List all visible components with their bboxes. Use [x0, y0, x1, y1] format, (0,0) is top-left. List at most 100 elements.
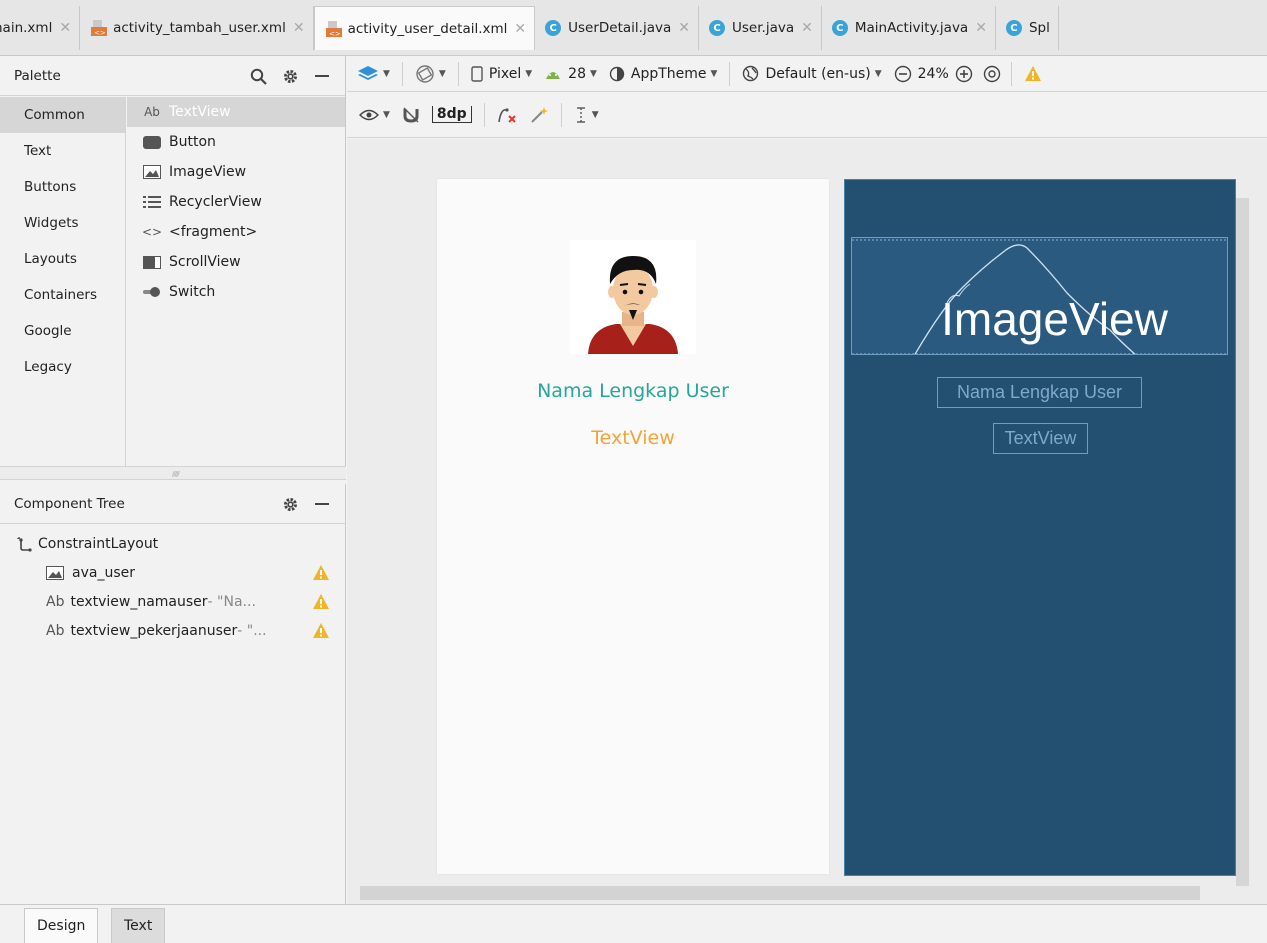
- tab-label: activity_user_detail.xml: [347, 20, 508, 37]
- widget-label: <fragment>: [169, 224, 258, 240]
- textview-icon: Ab: [46, 623, 65, 639]
- tab-spl-java[interactable]: C Spl: [995, 6, 1059, 50]
- category-common[interactable]: Common: [0, 97, 125, 133]
- tree-node-ava-user[interactable]: ava_user: [46, 559, 340, 587]
- infer-constraints-button[interactable]: [529, 106, 549, 124]
- gear-icon[interactable]: [281, 495, 299, 513]
- warning-icon[interactable]: [312, 593, 330, 611]
- tree-node-constraintlayout[interactable]: ConstraintLayout: [16, 530, 336, 558]
- palette-widgets: Ab TextView Button ImageView RecyclerVie…: [127, 97, 345, 466]
- tab-activity-user-detail[interactable]: <> activity_user_detail.xml ✕: [313, 6, 536, 50]
- zoom-out-button[interactable]: [894, 65, 912, 83]
- category-legacy[interactable]: Legacy: [0, 349, 125, 385]
- widget-label: RecyclerView: [169, 194, 262, 210]
- chevron-down-icon: ▼: [383, 68, 390, 79]
- close-icon[interactable]: ✕: [975, 20, 987, 36]
- panel-splitter[interactable]: /////: [0, 466, 346, 480]
- tab-user-java[interactable]: C User.java ✕: [699, 6, 822, 50]
- category-text[interactable]: Text: [0, 133, 125, 169]
- device-dropdown[interactable]: Pixel ▼: [471, 66, 532, 82]
- chevron-down-icon: ▼: [383, 109, 390, 120]
- zoom-to-fit-button[interactable]: [983, 65, 1001, 83]
- chevron-down-icon: ▼: [525, 68, 533, 79]
- zoom-fit-icon: [983, 65, 1000, 82]
- category-widgets[interactable]: Widgets: [0, 205, 125, 241]
- guidelines-dropdown[interactable]: ▼: [574, 106, 599, 124]
- close-icon[interactable]: ✕: [59, 20, 71, 36]
- component-tree-panel: Component Tree ConstraintLayout ava_user…: [0, 484, 346, 904]
- close-icon[interactable]: ✕: [293, 20, 305, 36]
- blueprint-name-text[interactable]: Nama Lengkap User: [937, 377, 1142, 408]
- magnet-icon: [403, 107, 419, 123]
- clear-constraints-icon: [497, 107, 516, 123]
- chevron-down-icon: ▼: [589, 68, 597, 79]
- java-class-icon: C: [831, 20, 848, 36]
- search-icon[interactable]: [249, 67, 267, 85]
- issues-button[interactable]: [1024, 65, 1042, 83]
- blueprint-job-text[interactable]: TextView: [993, 423, 1088, 454]
- palette-panel: Palette Common Text Buttons Widgets Layo…: [0, 56, 346, 466]
- minimize-icon[interactable]: [313, 495, 331, 513]
- constraint-toolbar: ▼ 8dp ▼: [347, 92, 1267, 138]
- category-buttons[interactable]: Buttons: [0, 169, 125, 205]
- category-google[interactable]: Google: [0, 313, 125, 349]
- widget-button[interactable]: Button: [127, 127, 345, 157]
- design-surface-dropdown[interactable]: ▼: [357, 65, 390, 83]
- tab-text[interactable]: Text: [111, 908, 166, 943]
- close-icon[interactable]: ✕: [678, 20, 690, 36]
- widget-imageview[interactable]: ImageView: [127, 157, 345, 187]
- theme-dropdown[interactable]: AppTheme ▼: [609, 66, 717, 82]
- blueprint-imageview-label: ImageView: [941, 293, 1168, 345]
- phone-icon: [471, 65, 483, 82]
- design-name-text[interactable]: Nama Lengkap User: [437, 380, 829, 402]
- locale-label: Default (en-us): [765, 65, 871, 82]
- category-containers[interactable]: Containers: [0, 277, 125, 313]
- chevron-down-icon: ▼: [874, 68, 882, 79]
- layout-file-icon: <>: [325, 20, 342, 38]
- blueprint-imageview[interactable]: ImageView: [851, 237, 1228, 355]
- tab-label: MainActivity.java: [854, 20, 969, 36]
- warning-icon[interactable]: [312, 622, 330, 640]
- locale-dropdown[interactable]: Default (en-us) ▼: [742, 65, 882, 82]
- default-margins-dropdown[interactable]: 8dp: [431, 106, 472, 123]
- autoconnect-toggle[interactable]: [402, 106, 420, 124]
- zoom-in-button[interactable]: [955, 65, 973, 83]
- widget-label: TextView: [169, 104, 231, 120]
- chevron-down-icon: ▼: [591, 109, 599, 120]
- widget-recyclerview[interactable]: RecyclerView: [127, 187, 345, 217]
- tab-mainactivity-java[interactable]: C MainActivity.java ✕: [821, 6, 996, 50]
- zoom-in-icon: [955, 65, 972, 82]
- minimize-icon[interactable]: [313, 67, 331, 85]
- widget-label: ScrollView: [169, 254, 241, 270]
- palette-header: Palette: [0, 56, 345, 96]
- gear-icon[interactable]: [281, 67, 299, 85]
- avatar[interactable]: [570, 240, 696, 354]
- category-layouts[interactable]: Layouts: [0, 241, 125, 277]
- tree-node-textview-namauser[interactable]: Ab textview_namauser - "Na...: [46, 588, 340, 616]
- clear-constraints-button[interactable]: [497, 106, 517, 124]
- close-icon[interactable]: ✕: [801, 20, 813, 36]
- widget-fragment[interactable]: <> <fragment>: [127, 217, 345, 247]
- horizontal-scrollbar[interactable]: [360, 886, 1200, 900]
- widget-scrollview[interactable]: ScrollView: [127, 247, 345, 277]
- widget-label: Switch: [169, 284, 216, 300]
- tree-node-textview-pekerjaanuser[interactable]: Ab textview_pekerjaanuser - "...: [46, 617, 340, 645]
- margin-label: 8dp: [431, 106, 472, 123]
- widget-switch[interactable]: Switch: [127, 277, 345, 307]
- tab-label: nain.xml: [0, 20, 53, 36]
- palette-categories: Common Text Buttons Widgets Layouts Cont…: [0, 97, 126, 466]
- api-level-dropdown[interactable]: 28 ▼: [544, 66, 597, 82]
- tab-userdetail-java[interactable]: C UserDetail.java ✕: [535, 6, 699, 50]
- vertical-scrollbar[interactable]: [1236, 198, 1249, 886]
- tab-main-xml[interactable]: nain.xml ✕: [0, 6, 81, 50]
- view-options-dropdown[interactable]: ▼: [359, 108, 390, 122]
- design-job-text[interactable]: TextView: [437, 427, 829, 449]
- tab-design[interactable]: Design: [24, 908, 99, 943]
- tab-activity-tambah-user[interactable]: <> activity_tambah_user.xml ✕: [80, 6, 314, 50]
- widget-label: ImageView: [169, 164, 247, 180]
- warning-icon[interactable]: [312, 564, 330, 582]
- close-icon[interactable]: ✕: [514, 21, 526, 37]
- orientation-dropdown[interactable]: ▼: [415, 64, 446, 84]
- zoom-label: 24%: [917, 65, 949, 82]
- widget-textview[interactable]: Ab TextView: [127, 97, 345, 127]
